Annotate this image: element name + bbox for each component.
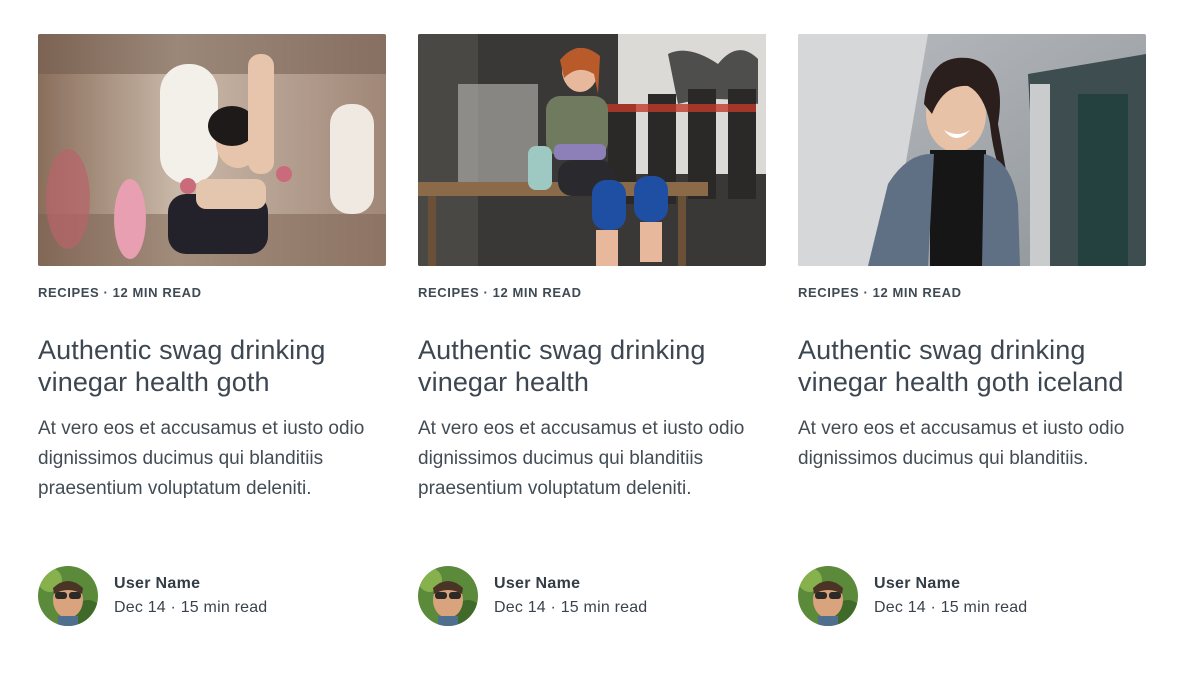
card-meta: RECIPES · 12 MIN READ [38,285,202,300]
card-excerpt: At vero eos et accusamus et iusto odio d… [798,418,1125,469]
avatar-photo [798,566,858,626]
card-title[interactable]: Authentic swag drinking vinegar health g… [798,334,1146,398]
avatar[interactable] [798,566,858,626]
author-info: User Name Dec 14 · 15 min read [114,574,267,618]
card-excerpt: At vero eos et accusamus et iusto odio d… [38,418,365,499]
avatar-photo [418,566,478,626]
author-block[interactable]: User Name Dec 14 · 15 min read [798,566,1027,626]
post-date-readtime: Dec 14 · 15 min read [874,599,1028,616]
fitness-class-photo [38,34,386,266]
card-meta: RECIPES · 12 MIN READ [418,285,582,300]
post-date-readtime: Dec 14 · 15 min read [114,599,268,616]
laughing-woman-photo [798,34,1146,266]
card-image[interactable] [418,34,766,266]
card-meta: RECIPES · 12 MIN READ [798,285,962,300]
avatar[interactable] [418,566,478,626]
author-name[interactable]: User Name [874,574,1027,594]
avatar[interactable] [38,566,98,626]
card-title[interactable]: Authentic swag drinking vinegar health [418,334,766,398]
author-info: User Name Dec 14 · 15 min read [494,574,647,618]
post-date-readtime: Dec 14 · 15 min read [494,599,648,616]
author-name[interactable]: User Name [494,574,647,594]
card-excerpt: At vero eos et accusamus et iusto odio d… [418,418,745,499]
author-block[interactable]: User Name Dec 14 · 15 min read [418,566,647,626]
card-title[interactable]: Authentic swag drinking vinegar health g… [38,334,386,398]
blog-card[interactable]: RECIPES · 12 MIN READ Authentic swag dri… [798,34,1146,634]
blog-card[interactable]: RECIPES · 12 MIN READ Authentic swag dri… [38,34,386,634]
author-info: User Name Dec 14 · 15 min read [874,574,1027,618]
card-image[interactable] [38,34,386,266]
blog-card[interactable]: RECIPES · 12 MIN READ Authentic swag dri… [418,34,766,634]
card-grid: RECIPES · 12 MIN READ Authentic swag dri… [38,34,1146,634]
author-name[interactable]: User Name [114,574,267,594]
gym-photo [418,34,766,266]
author-block[interactable]: User Name Dec 14 · 15 min read [38,566,267,626]
avatar-photo [38,566,98,626]
card-image[interactable] [798,34,1146,266]
